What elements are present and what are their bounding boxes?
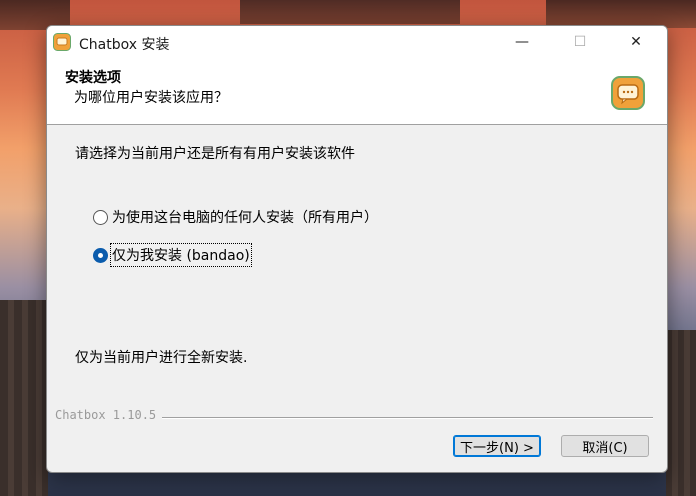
chatbox-logo-icon	[611, 76, 645, 110]
instruction-text: 请选择为当前用户还是所有有用户安装该软件	[75, 146, 355, 162]
installer-window: Chatbox 安装 — ☐ ✕ 安装选项 为哪位用户安装该应用？ 请选择为当前…	[46, 25, 668, 473]
wizard-header: 安装选项 为哪位用户安装该应用？	[47, 58, 667, 125]
option-current-user-label[interactable]: 仅为我安装 (bandao)	[110, 243, 252, 267]
minimize-icon: —	[515, 34, 529, 50]
branding-line: Chatbox 1.10.5	[55, 408, 653, 422]
chatbox-app-icon	[53, 33, 71, 51]
minimize-button[interactable]: —	[499, 26, 545, 58]
wallpaper-structure-right	[546, 0, 696, 28]
page-title: 安装选项	[65, 70, 121, 86]
option-description: 仅为当前用户进行全新安装.	[75, 350, 248, 366]
maximize-icon: ☐	[573, 34, 587, 50]
radio-all-users[interactable]	[93, 209, 108, 225]
close-icon: ✕	[630, 34, 642, 50]
wallpaper-pier-right	[666, 330, 696, 496]
cancel-button[interactable]: 取消(C)	[561, 435, 649, 457]
page-subtitle: 为哪位用户安装该应用？	[74, 90, 228, 106]
branding-text: Chatbox 1.10.5	[55, 408, 163, 422]
close-button[interactable]: ✕	[613, 26, 659, 58]
option-current-user[interactable]: 仅为我安装 (bandao)	[93, 243, 252, 267]
radio-current-user[interactable]	[93, 247, 108, 263]
window-title: Chatbox 安装	[79, 37, 170, 53]
title-bar[interactable]: Chatbox 安装 — ☐ ✕	[47, 26, 667, 58]
wallpaper-structure-center	[240, 0, 460, 24]
wallpaper-pier-left	[0, 300, 48, 496]
option-all-users-label[interactable]: 为使用这台电脑的任何人安装（所有用户）	[112, 207, 378, 227]
next-button[interactable]: 下一步(N) >	[453, 435, 541, 457]
option-all-users[interactable]: 为使用这台电脑的任何人安装（所有用户）	[93, 207, 378, 227]
maximize-button[interactable]: ☐	[557, 26, 603, 58]
